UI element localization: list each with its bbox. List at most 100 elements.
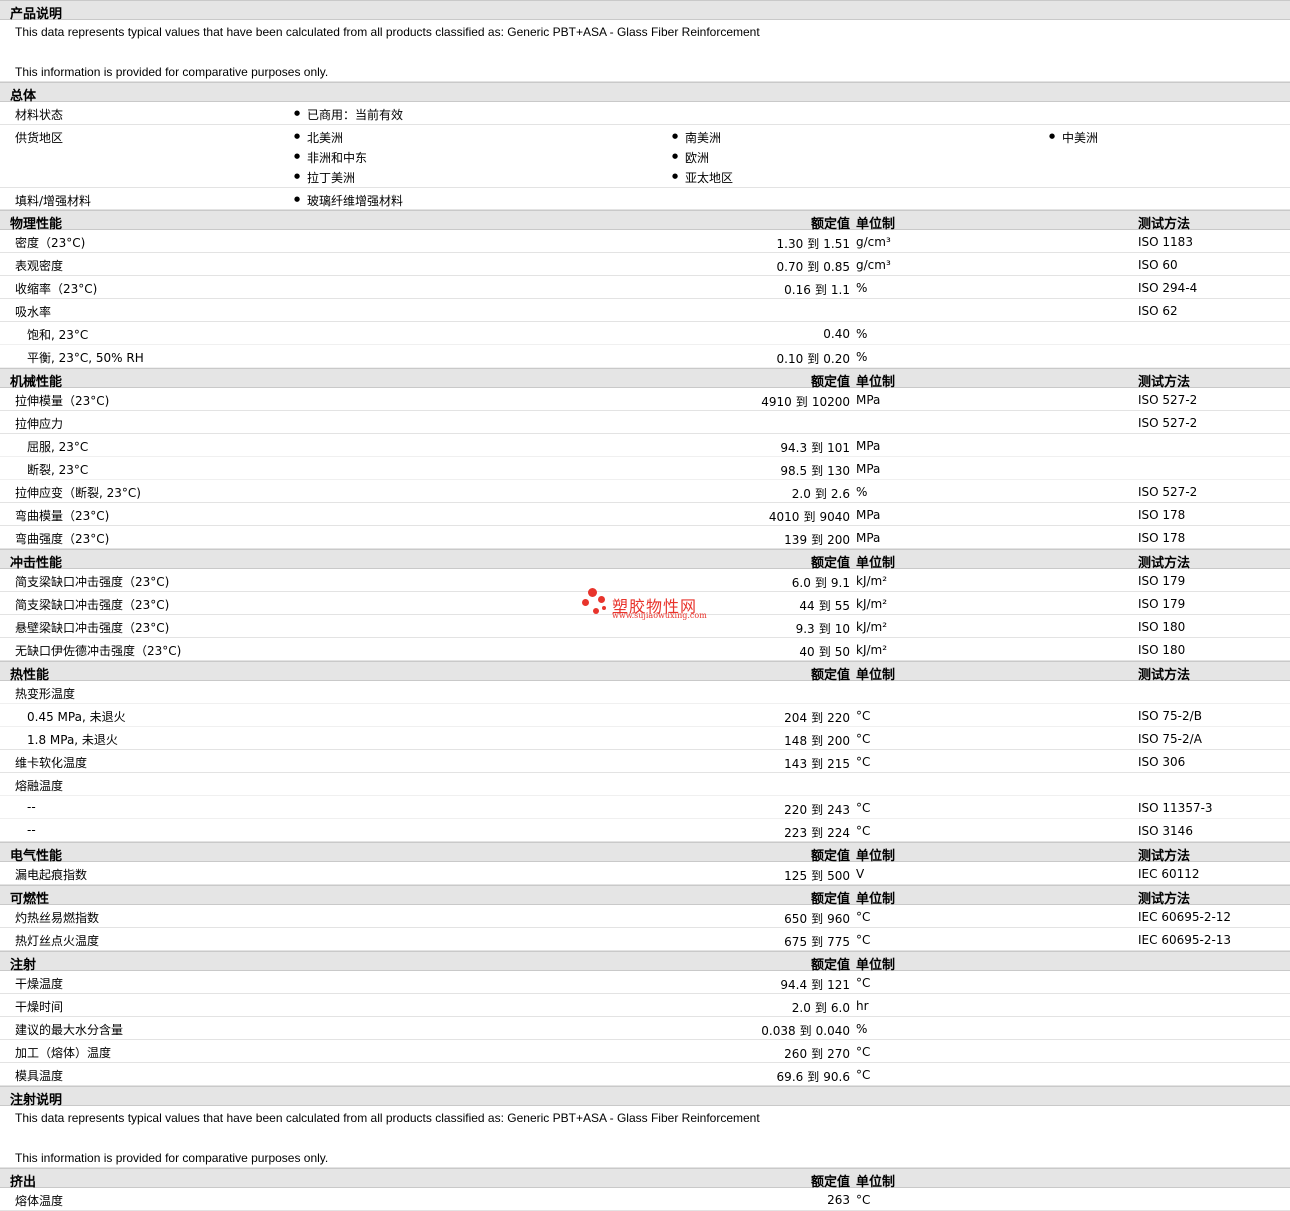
value-high: 0.20: [823, 352, 850, 366]
property-unit: kJ/m²: [856, 574, 888, 588]
region-item: 南美洲: [672, 129, 721, 146]
property-label: 建议的最大水分含量: [15, 1023, 124, 1037]
product-description: This data represents typical values that…: [0, 20, 1290, 82]
value-low: 0.70: [776, 260, 804, 274]
property-value: 139 到 200: [650, 531, 850, 548]
property-row: 收缩率（23°C) 0.16 到 1.1% ISO 294-4: [0, 276, 1290, 299]
section-header-thermal: 热性能 额定值 单位制 测试方法: [0, 661, 1290, 683]
property-unit: °C: [856, 1068, 871, 1082]
property-label: 热变形温度: [15, 687, 76, 701]
value-high: 2.6: [830, 487, 850, 501]
property-label: 密度（23°C): [15, 236, 86, 250]
region-item: 非洲和中东: [294, 149, 367, 166]
property-method: ISO 75-2/B: [1138, 709, 1202, 723]
value-high: 200: [827, 533, 850, 547]
value-to: 到: [811, 912, 824, 926]
property-unit: °C: [856, 709, 871, 723]
property-method: ISO 178: [1138, 531, 1186, 545]
description-line: This information is provided for compara…: [15, 1151, 329, 1165]
value-to: 到: [811, 935, 824, 949]
property-method: IEC 60695-2-13: [1138, 933, 1232, 947]
property-row: 灼热丝易燃指数 650 到 960 °C IEC 60695-2-12: [0, 905, 1290, 928]
property-row: 热变形温度: [0, 681, 1290, 704]
watermark-url: www.sujiaowuxing.com: [612, 611, 707, 620]
value-to: 到: [811, 1047, 824, 1061]
value-high: 270: [827, 1047, 850, 1061]
property-row: 干燥时间 2.0 到 6.0 hr: [0, 994, 1290, 1017]
value-to: 到: [811, 734, 824, 748]
value-high: 224: [827, 826, 850, 840]
property-unit: °C: [856, 910, 871, 924]
property-value: 125 到 500: [650, 867, 850, 884]
property-label: --: [27, 800, 36, 814]
property-row: 加工（熔体）温度 260 到 270 °C: [0, 1040, 1290, 1063]
value-low: 98.5: [780, 464, 808, 478]
property-label: 干燥时间: [15, 1000, 64, 1014]
region-item: 亚太地区: [672, 169, 733, 186]
property-unit: MPa: [856, 531, 881, 545]
value-low: 0.038: [761, 1024, 796, 1038]
value-to: 到: [814, 576, 827, 590]
property-method: ISO 11357-3: [1138, 801, 1213, 815]
property-unit: MPa: [856, 508, 881, 522]
value-low: 94.3: [780, 441, 808, 455]
logo-dot: [593, 608, 599, 614]
property-method: ISO 179: [1138, 597, 1186, 611]
value-to: 到: [811, 711, 824, 725]
property-label: 弯曲强度（23°C): [15, 532, 110, 546]
property-value: 0.10 到 0.20: [650, 350, 850, 367]
property-unit: kJ/m²: [856, 620, 888, 634]
property-value: 2.0 到 6.0: [650, 999, 850, 1016]
property-unit: %: [856, 1022, 868, 1036]
property-value: 4010 到 9040: [650, 508, 850, 525]
value-low: 260: [784, 1047, 808, 1061]
description-line: This information is provided for compara…: [15, 65, 329, 79]
property-row: 模具温度 69.6 到 90.6 °C: [0, 1063, 1290, 1086]
property-value: 0.038 到 0.040: [650, 1022, 850, 1039]
property-method: ISO 3146: [1138, 824, 1193, 838]
status-label: 材料状态: [15, 108, 64, 122]
value-to: 到: [811, 464, 824, 478]
value-high: 121: [827, 978, 850, 992]
property-label: 漏电起痕指数: [15, 868, 88, 882]
property-row: 平衡, 23°C, 50% RH 0.10 到 0.20%: [0, 345, 1290, 368]
property-value: 4910 到 10200: [650, 393, 850, 410]
property-row: 拉伸应力 ISO 527-2: [0, 411, 1290, 434]
value-to: 到: [807, 1070, 820, 1084]
property-label: 屈服, 23°C: [27, 440, 89, 454]
property-unit: °C: [856, 1193, 871, 1207]
general-filler-row: 填料/增强材料 玻璃纤维增强材料: [0, 188, 1290, 210]
property-row: 熔融温度: [0, 773, 1290, 796]
property-row: 表观密度 0.70 到 0.85 g/cm³ ISO 60: [0, 253, 1290, 276]
property-label: 简支梁缺口冲击强度（23°C): [15, 598, 170, 612]
property-row: 拉伸应变（断裂, 23°C) 2.0 到 2.6% ISO 527-2: [0, 480, 1290, 503]
property-method: IEC 60695-2-12: [1138, 910, 1232, 924]
property-row: 1.8 MPa, 未退火 148 到 200 °C ISO 75-2/A: [0, 727, 1290, 750]
datasheet: 产品说明 This data represents typical values…: [0, 0, 1290, 1211]
value-high: 9040: [819, 510, 850, 524]
property-label: 表观密度: [15, 259, 64, 273]
property-value: 0.70 到 0.85: [650, 258, 850, 275]
value-high: 130: [827, 464, 850, 478]
property-value: 94.4 到 121: [650, 976, 850, 993]
property-value: 143 到 215: [650, 755, 850, 772]
region-item: 北美洲: [294, 129, 343, 146]
value-to: 到: [795, 395, 808, 409]
property-unit: °C: [856, 755, 871, 769]
value-low: 94.4: [780, 978, 808, 992]
value-high: 10200: [811, 395, 850, 409]
value-high: 243: [827, 803, 850, 817]
property-label: 1.8 MPa, 未退火: [27, 733, 118, 747]
value-low: 9.3: [795, 622, 815, 636]
property-method: ISO 180: [1138, 620, 1186, 634]
injection-description: This data represents typical values that…: [0, 1106, 1290, 1168]
property-row: 热灯丝点火温度 675 到 775 °C IEC 60695-2-13: [0, 928, 1290, 951]
value-low: 2.0: [791, 487, 811, 501]
property-row: 拉伸模量（23°C) 4910 到 10200 MPa ISO 527-2: [0, 388, 1290, 411]
property-label: 维卡软化温度: [15, 756, 88, 770]
logo-dot: [588, 588, 597, 597]
value-low: 204: [784, 711, 808, 725]
value-low: 220: [784, 803, 808, 817]
value-high: 1.1: [830, 283, 850, 297]
value-high: 215: [827, 757, 850, 771]
